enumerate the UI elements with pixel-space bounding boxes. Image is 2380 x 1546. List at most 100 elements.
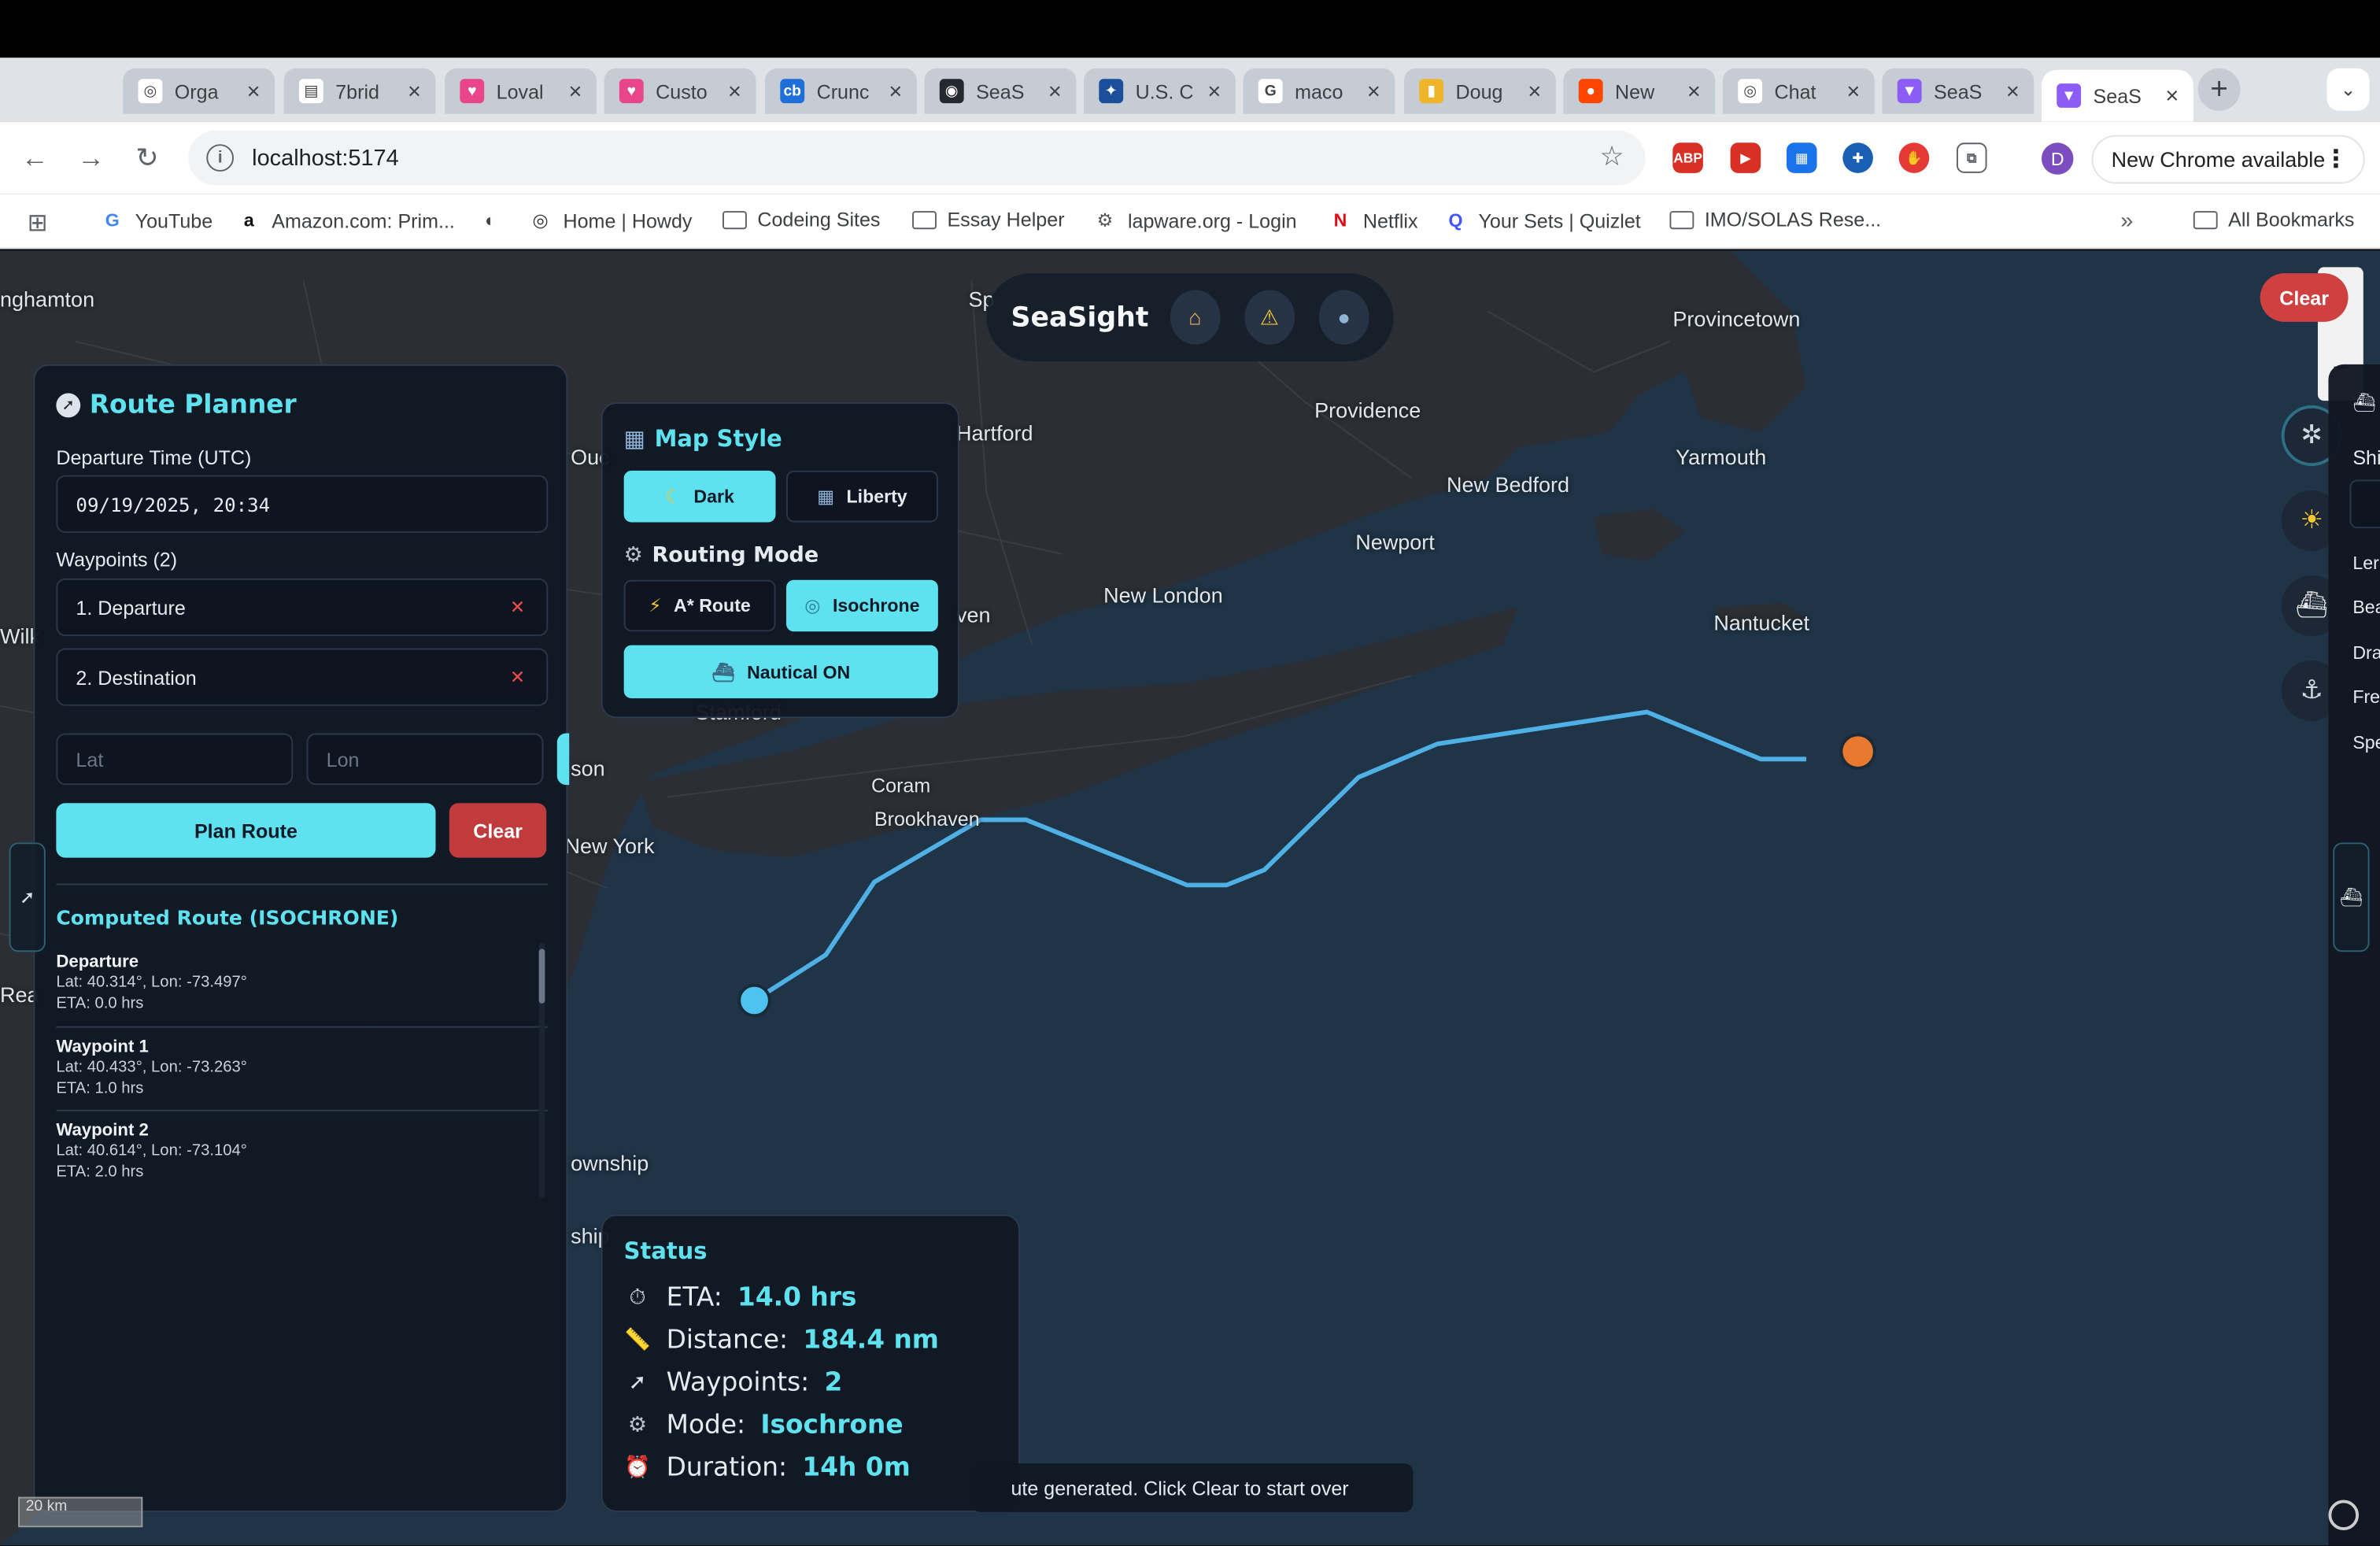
all-bookmarks-folder[interactable]: All Bookmarks: [2193, 208, 2354, 231]
chart-extension-icon[interactable]: ▦: [1786, 142, 1817, 173]
bookmark-item[interactable]: Q Your Sets | Quizlet: [1443, 208, 1641, 232]
lon-input[interactable]: Lon: [306, 733, 544, 786]
browser-tab[interactable]: cb Crunc ×: [765, 68, 917, 114]
tab-favicon-icon: ◎: [138, 79, 163, 104]
route-point-item[interactable]: Waypoint 1 Lat: 40.433°, Lon: -73.263° ETA…: [56, 1027, 549, 1111]
apps-grid-icon[interactable]: ⊞: [28, 208, 48, 239]
ship-select-input[interactable]: [2349, 479, 2380, 529]
bookmark-item[interactable]: IMO/SOLAS Rese...: [1669, 208, 1881, 231]
route-list-scrollbar[interactable]: [538, 942, 545, 1198]
browser-tab[interactable]: ▼ SeaS ×: [1882, 68, 2034, 114]
nautical-toggle-button[interactable]: ⛴ Nautical ON: [623, 645, 938, 699]
close-tab-icon[interactable]: ×: [402, 78, 427, 104]
bookmark-item[interactable]: ⚙ lapware.org - Login: [1093, 208, 1297, 232]
browser-tab[interactable]: ◉ SeaS ×: [924, 68, 1077, 114]
close-tab-icon[interactable]: ×: [1043, 78, 1067, 104]
ruler-icon: 📏: [624, 1328, 651, 1353]
browser-tab[interactable]: ▮ Doug ×: [1403, 68, 1556, 114]
remove-waypoint-icon[interactable]: ✕: [510, 597, 525, 618]
route-point-item[interactable]: Departure Lat: 40.314°, Lon: -73.497° ETA:…: [56, 943, 549, 1027]
close-tab-icon[interactable]: ×: [564, 78, 588, 104]
clear-map-button[interactable]: Clear: [2260, 273, 2349, 322]
route-point-item[interactable]: Waypoint 2 Lat: 40.614°, Lon: -73.104° ETA…: [56, 1111, 549, 1195]
video-extension-icon[interactable]: ▶: [1730, 142, 1761, 173]
close-tab-icon[interactable]: ×: [883, 78, 907, 104]
destination-marker[interactable]: [1839, 733, 1876, 770]
isochrone-button[interactable]: ◎ Isochrone: [786, 579, 938, 632]
tab-title: SeaS: [2093, 84, 2142, 107]
stop-extension-icon[interactable]: ✋: [1898, 142, 1930, 173]
app-header: SeaSight ⌂ ⚠ ●: [986, 273, 1394, 362]
browser-tab[interactable]: ● New ×: [1563, 68, 1716, 114]
computed-route-list[interactable]: Departure Lat: 40.314°, Lon: -73.497° ETA:…: [56, 943, 549, 1195]
planner-toggle-tab[interactable]: ➚: [9, 842, 46, 952]
browser-tab[interactable]: ✦ U.S. C ×: [1084, 68, 1236, 114]
map-place-label: ven: [956, 602, 991, 627]
remove-waypoint-icon[interactable]: ✕: [510, 667, 525, 688]
gear-icon: ⚙: [627, 1413, 648, 1438]
compass-icon: ➚: [628, 1370, 647, 1396]
liberty-style-button[interactable]: ▦ Liberty: [786, 470, 938, 523]
browser-tab[interactable]: ♥ Custo ×: [604, 68, 756, 114]
dark-style-button[interactable]: ☾ Dark: [623, 470, 776, 523]
address-bar[interactable]: i localhost:5174 ☆: [188, 130, 1646, 186]
bookmark-item[interactable]: ◎ Home | Howdy: [528, 208, 692, 232]
bookmark-item[interactable]: Codeing Sites: [722, 208, 880, 231]
tab-favicon-icon: ▼: [2057, 83, 2082, 108]
close-tab-icon[interactable]: ×: [1522, 78, 1547, 104]
lat-input[interactable]: Lat: [56, 733, 294, 786]
close-tab-icon[interactable]: ×: [1362, 78, 1386, 104]
bookmark-item[interactable]: N Netflix: [1329, 208, 1418, 232]
user-button[interactable]: ●: [1318, 290, 1369, 345]
more-bookmarks-icon[interactable]: »: [2120, 208, 2133, 234]
close-tab-icon[interactable]: ×: [1202, 78, 1226, 104]
departure-marker[interactable]: [737, 983, 771, 1018]
route-planner-panel: ➚ Route Planner Departure Time (UTC) 09/1…: [33, 364, 570, 1512]
bookmark-item[interactable]: a Amazon.com: Prim...: [237, 208, 455, 232]
departure-time-input[interactable]: 09/19/2025, 20:34: [56, 475, 549, 533]
url-text[interactable]: localhost:5174: [252, 145, 399, 171]
close-tab-icon[interactable]: ×: [2001, 78, 2025, 104]
compass-extension-icon[interactable]: ✚: [1842, 142, 1873, 173]
clear-route-button[interactable]: Clear: [449, 803, 547, 858]
browser-tab[interactable]: ◎ Chat ×: [1722, 68, 1875, 114]
close-tab-icon[interactable]: ×: [242, 78, 266, 104]
browser-tab[interactable]: ♥ Loval ×: [445, 68, 597, 114]
bookmark-item[interactable]: G YouTube: [100, 208, 213, 232]
waypoint-item[interactable]: 2. Destination ✕: [56, 648, 549, 706]
bookmark-star-icon[interactable]: ☆: [1599, 141, 1624, 173]
browser-tab[interactable]: ▼ SeaS ×: [2041, 69, 2193, 122]
map-style-title: ▦ Map Style: [623, 425, 782, 453]
forward-icon[interactable]: →: [75, 142, 108, 175]
close-tab-icon[interactable]: ×: [2160, 83, 2184, 109]
browser-tab[interactable]: Gmaco ×: [1243, 68, 1395, 114]
plan-route-button[interactable]: Plan Route: [56, 803, 436, 858]
bookmark-item[interactable]: ◐: [479, 208, 513, 232]
browser-tab[interactable]: ▤ 7brid ×: [283, 68, 436, 114]
chrome-menu-icon[interactable]: ⋮: [2324, 144, 2349, 175]
tab-search-button[interactable]: ⌄: [2326, 68, 2370, 111]
waypoint-item[interactable]: 1. Departure ✕: [56, 578, 549, 637]
globe-icon: ◎: [804, 595, 821, 617]
warning-button[interactable]: ⚠: [1244, 290, 1295, 345]
bookmark-item[interactable]: Essay Helper: [912, 208, 1065, 231]
astar-route-button[interactable]: ⚡ A* Route: [623, 579, 776, 632]
new-chrome-available-button[interactable]: New Chrome available ⋮: [2091, 135, 2365, 184]
close-tab-icon[interactable]: ×: [1682, 78, 1706, 104]
map-attribution-icon[interactable]: [2328, 1500, 2360, 1531]
ship-panel-toggle-tab[interactable]: ⛴: [2333, 842, 2370, 952]
add-waypoint-button[interactable]: [556, 733, 570, 786]
reload-icon[interactable]: ↻: [131, 142, 164, 175]
route-point-name: Waypoint 1: [56, 1037, 149, 1056]
new-tab-button[interactable]: +: [2197, 68, 2241, 111]
close-tab-icon[interactable]: ×: [1841, 78, 1865, 104]
site-info-icon[interactable]: i: [206, 144, 235, 172]
browser-tab[interactable]: ◎ Orga ×: [123, 68, 275, 114]
extensions-puzzle-icon[interactable]: ⧉: [1956, 142, 1987, 173]
profile-avatar[interactable]: D: [2041, 142, 2074, 175]
close-tab-icon[interactable]: ×: [722, 78, 747, 104]
tab-favicon-icon: ◉: [939, 79, 964, 104]
back-icon[interactable]: ←: [18, 142, 51, 175]
home-button[interactable]: ⌂: [1170, 290, 1221, 345]
adblock-extension-icon[interactable]: ABP: [1672, 142, 1703, 173]
